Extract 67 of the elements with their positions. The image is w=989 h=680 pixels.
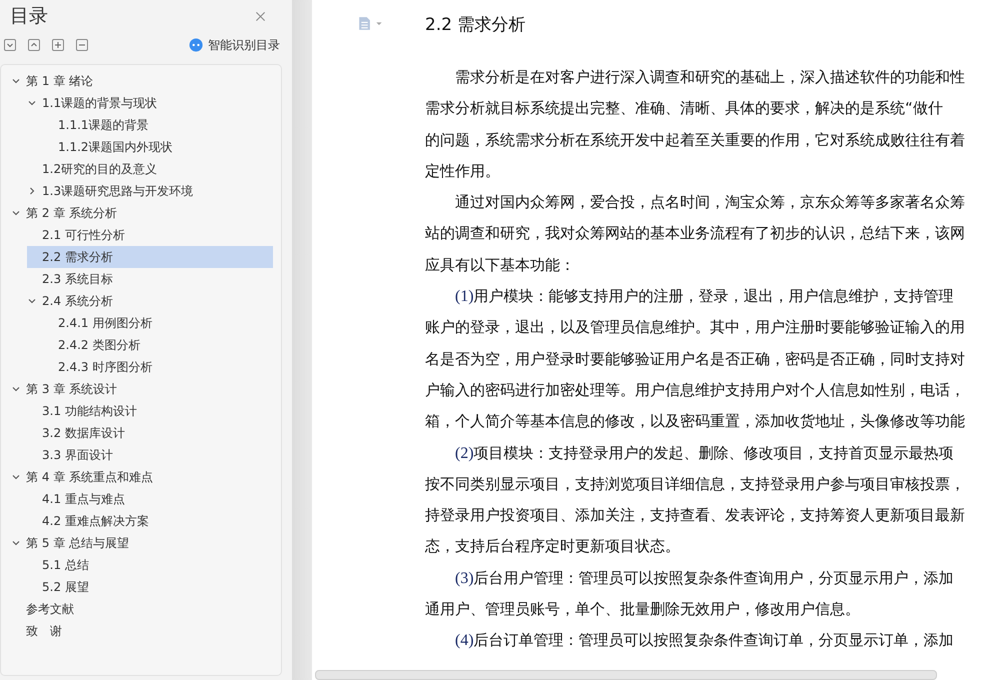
body-text-line: 后台用户管理：管理员可以按照复杂条件查询用户，分页显示用户，添加 [474, 568, 954, 587]
toc-item[interactable]: 2.4 系统分析 [27, 290, 273, 312]
body-text-line: 持登录用户投资项目、添加关注，支持查看、发表评论，支持筹资人更新项目最新 [425, 506, 965, 524]
section-heading: 2.2 需求分析 [425, 14, 526, 37]
list-number: (2) [455, 444, 474, 462]
toc-item[interactable]: 第 1 章 绪论 [11, 70, 273, 92]
toc-item[interactable]: 1.1课题的背景与现状 [27, 92, 273, 114]
body-text-line: 后台订单管理：管理员可以按照复杂条件查询订单，分页显示订单，添加 [474, 631, 954, 650]
body-text-line: 名是否为空，用户登录时要能够验证用户名是否正确，密码是否正确，同时支持对 [425, 350, 965, 368]
toc-item[interactable]: 4.1 重点与难点 [27, 488, 273, 510]
toc-item[interactable]: 第 2 章 系统分析 [11, 202, 273, 224]
close-icon[interactable] [255, 10, 266, 22]
chevron-icon[interactable] [11, 76, 21, 86]
toc-item[interactable]: 2.3 系统目标 [27, 268, 273, 290]
body-text-line: 通用户、管理员账号，单个、批量删除无效用户，修改用户信息。 [425, 600, 860, 618]
body-text-line: 应具有以下基本功能： [425, 256, 575, 274]
body-text-line: 户输入的密码进行加密处理等。用户信息维护支持用户对个人信息如性别，电话， [425, 380, 965, 399]
chevron-icon[interactable] [27, 296, 37, 306]
body-text-line: 箱，个人简介等基本信息的修改，以及密码重置，添加收货地址，头像修改等功能 [425, 412, 965, 430]
body-text-line: 通过对国内众筹网，爱合投，点名时间，淘宝众筹，京东众筹等多家著名众筹 [455, 193, 965, 212]
chevron-icon[interactable] [11, 208, 21, 218]
toc-item[interactable]: 2.4.2 类图分析 [43, 334, 273, 356]
toc-item[interactable]: 5.2 展望 [27, 576, 273, 598]
body-text-line: 账户的登录，退出，以及管理员信息维护。其中，用户注册时要能够验证输入的用 [425, 318, 965, 336]
toc-item[interactable]: 第 5 章 总结与展望 [11, 532, 273, 554]
toc-item[interactable]: 第 3 章 系统设计 [11, 378, 273, 400]
body-text-line: 的问题，系统需求分析在系统开发中起着至关重要的作用，它对系统成败往往有着 [425, 130, 965, 149]
horizontal-scrollbar[interactable] [315, 670, 937, 680]
plus-icon[interactable] [52, 39, 64, 51]
body-text-line: 按不同类别显示项目，支持浏览项目详细信息，支持登录用户参与项目审核投票， [425, 474, 965, 493]
chevron-icon[interactable] [11, 472, 21, 482]
smart-toc-button[interactable]: 智能识别目录 [189, 36, 280, 54]
toc-item[interactable]: 2.4.3 时序图分析 [43, 356, 273, 378]
toc-item[interactable]: 1.3课题研究思路与开发环境 [27, 180, 273, 202]
body-text-line: 项目模块：支持登录用户的发起、删除、修改项目，支持首页显示最热项 [474, 444, 954, 462]
toc-item[interactable]: 2.1 可行性分析 [27, 224, 273, 246]
body-text-line: 站的调查和研究，我对众筹网站的基本业务流程有了初步的认识，总结下来，该网 [425, 224, 965, 242]
toc-item[interactable]: 2.2 需求分析 [27, 246, 273, 268]
toc-item[interactable]: 4.2 重难点解决方案 [27, 510, 273, 532]
body-text-line: 态，支持后台程序定时更新项目状态。 [425, 537, 680, 556]
list-number: (3) [455, 570, 474, 587]
toc-item[interactable]: 5.1 总结 [27, 554, 273, 576]
robot-face-icon [189, 38, 203, 52]
list-number: (4) [455, 632, 474, 650]
toc-item[interactable]: 第 4 章 系统重点和难点 [11, 466, 273, 488]
list-number: (1) [455, 288, 474, 306]
toc-item[interactable]: 致 谢 [11, 620, 273, 642]
toc-item[interactable]: 1.1.1课题的背景 [43, 114, 273, 136]
chevron-icon[interactable] [27, 98, 37, 108]
body-text-line: 需求分析是在对客户进行深入调查和研究的基础上，深入描述软件的功能和性 [455, 68, 965, 86]
toc-item[interactable]: 1.2研究的目的及意义 [27, 158, 273, 180]
expand-down-icon[interactable] [4, 39, 16, 51]
toc-item[interactable]: 3.1 功能结构设计 [27, 400, 273, 422]
toc-item[interactable]: 1.1.2课题国内外现状 [43, 136, 273, 158]
collapse-up-icon[interactable] [28, 39, 40, 51]
toc-item[interactable]: 参考文献 [11, 598, 273, 620]
toc-item[interactable]: 2.4.1 用例图分析 [43, 312, 273, 334]
sidebar-title: 目录 [10, 4, 48, 29]
body-text-line: 用户模块：能够支持用户的注册，登录，退出，用户信息维护，支持管理 [474, 287, 954, 306]
toc-item[interactable]: 3.3 界面设计 [27, 444, 273, 466]
minus-icon[interactable] [76, 39, 88, 51]
body-text-line: 需求分析就目标系统提出完整、准确、清晰、具体的要求，解决的是系统“做什 [425, 99, 943, 118]
chevron-icon[interactable] [11, 384, 21, 394]
toc-item[interactable]: 3.2 数据库设计 [27, 422, 273, 444]
chevron-icon[interactable] [11, 538, 21, 548]
body-text-line: 定性作用。 [425, 162, 500, 180]
chevron-icon[interactable] [27, 186, 37, 196]
